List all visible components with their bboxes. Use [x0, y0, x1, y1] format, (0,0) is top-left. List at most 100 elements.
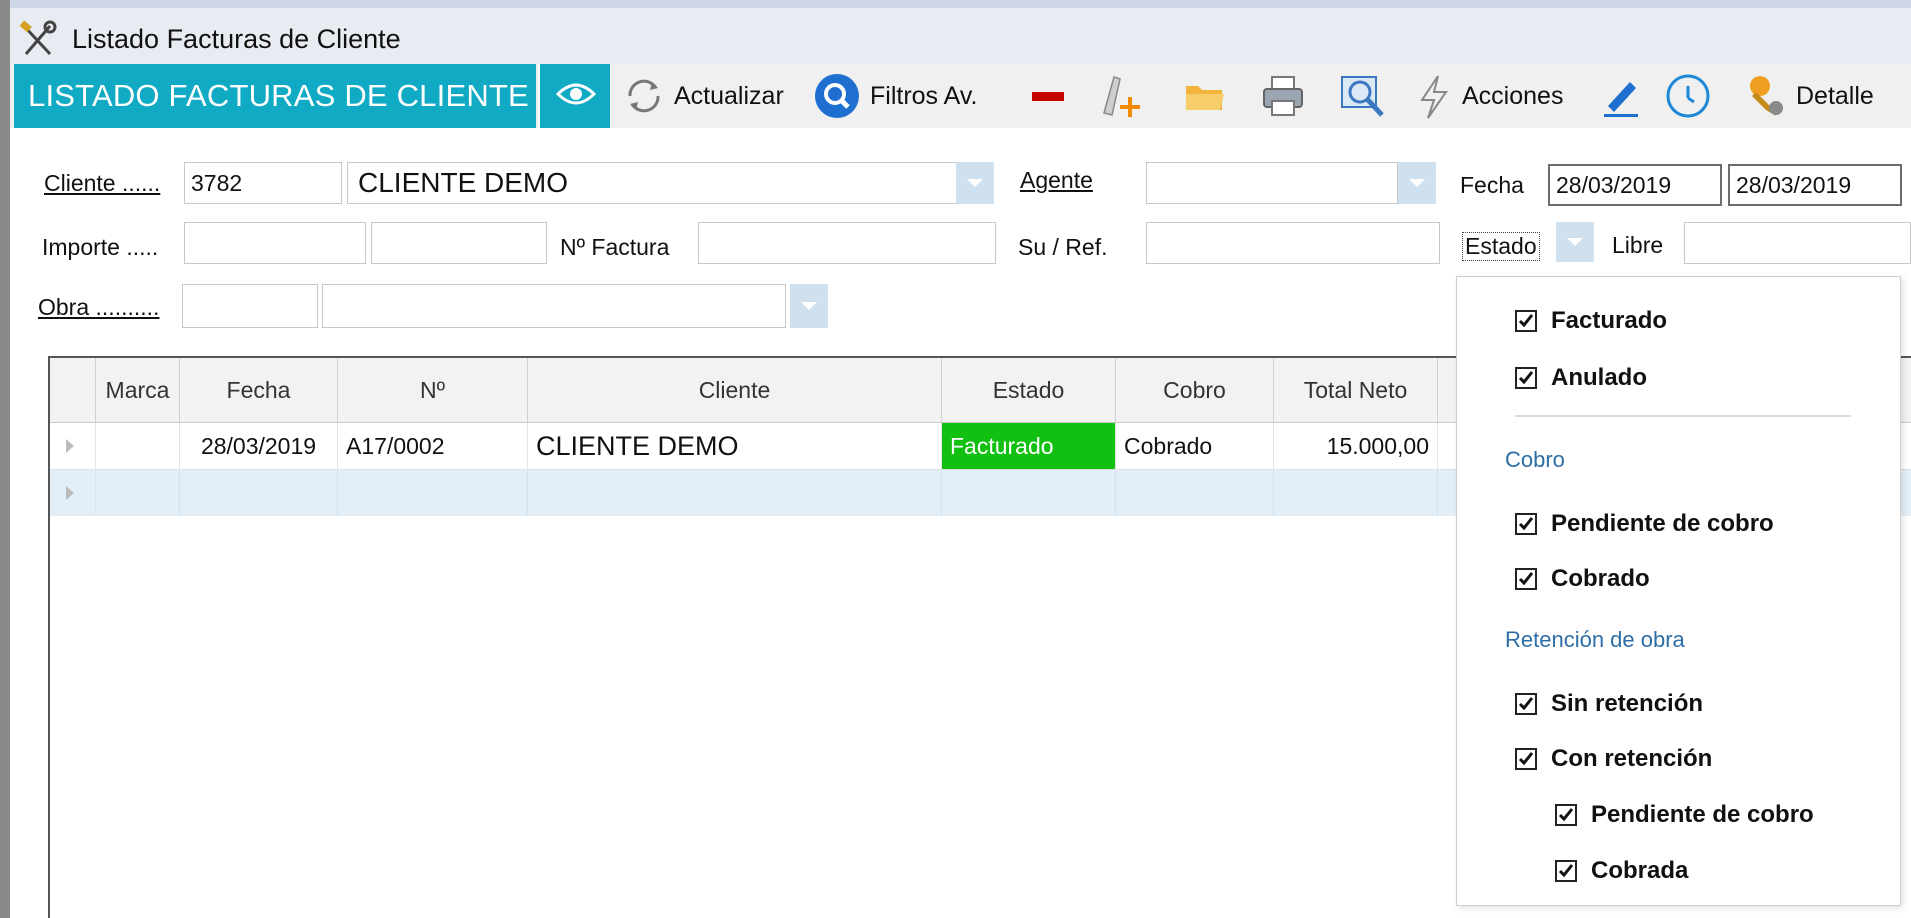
preview-icon [1341, 76, 1384, 117]
eye-icon [555, 83, 597, 105]
folder-icon [1186, 86, 1224, 110]
header-estado[interactable]: Estado [942, 358, 1116, 422]
cliente-label[interactable]: Cliente ...... [44, 170, 160, 197]
agente-input[interactable] [1146, 162, 1398, 204]
cell-estado: Facturado [942, 423, 1116, 469]
importe-hasta-input[interactable] [371, 222, 547, 264]
row-indicator [50, 470, 96, 516]
retencion-con-checkbox[interactable]: Con retención [1515, 745, 1712, 773]
retencion-section-title: Retención de obra [1505, 627, 1685, 652]
estado-anulado-checkbox[interactable]: Anulado [1515, 364, 1647, 392]
cobro-pendiente-checkbox[interactable]: Pendiente de cobro [1515, 510, 1774, 538]
window-left-border [0, 0, 10, 918]
cell-empty [338, 470, 528, 516]
importe-desde-input[interactable] [184, 222, 366, 264]
toolbar: LISTADO FACTURAS DE CLIENTE Actualizar F… [10, 64, 1911, 128]
detalle-label: Detalle [1796, 81, 1874, 110]
detalle-button[interactable]: Detalle [1740, 64, 1874, 128]
fecha-hasta-input[interactable] [1728, 164, 1902, 206]
cell-empty [1274, 470, 1438, 516]
checkbox-label: Con retención [1551, 745, 1713, 772]
retencion-cobrada-checkbox[interactable]: Cobrada [1555, 857, 1688, 885]
cobro-section-title: Cobro [1505, 447, 1565, 472]
checkbox-checked-icon [1515, 748, 1537, 770]
minus-icon [1032, 92, 1064, 101]
fecha-label: Fecha [1460, 172, 1524, 198]
checkbox-checked-icon [1515, 513, 1537, 535]
suref-input[interactable] [1146, 222, 1440, 264]
obra-code-input[interactable] [182, 284, 318, 328]
row-indicator [50, 423, 96, 469]
cell-fecha: 28/03/2019 [180, 423, 338, 469]
header-cobro[interactable]: Cobro [1116, 358, 1274, 422]
search-icon [815, 74, 859, 118]
agente-label[interactable]: Agente [1020, 167, 1093, 194]
retencion-pendiente-checkbox[interactable]: Pendiente de cobro [1555, 801, 1814, 829]
estado-dropdown-arrow[interactable] [1556, 222, 1594, 262]
checkbox-label: Cobrado [1551, 565, 1650, 592]
cell-empty [528, 470, 942, 516]
header-numero[interactable]: Nº [338, 358, 528, 422]
acciones-label: Acciones [1462, 81, 1564, 110]
obra-name-input[interactable] [322, 284, 786, 328]
history-button[interactable] [1664, 64, 1712, 128]
cell-cobro: Cobrado [1116, 423, 1274, 469]
open-folder-button[interactable] [1182, 64, 1228, 128]
cell-empty [942, 470, 1116, 516]
refresh-icon [628, 79, 660, 113]
checkbox-label: Cobrada [1591, 857, 1689, 884]
preview-button[interactable] [1338, 64, 1388, 128]
estado-label[interactable]: Estado [1462, 232, 1540, 261]
checkbox-label: Sin retención [1551, 690, 1704, 717]
obra-label[interactable]: Obra .......... [38, 294, 159, 321]
fecha-desde-input[interactable] [1548, 164, 1722, 206]
actualizar-label: Actualizar [674, 81, 784, 110]
filtros-avanzados-button[interactable]: Filtros Av. [812, 64, 977, 128]
obra-dropdown-arrow[interactable] [790, 284, 828, 328]
nfactura-label: Nº Factura [560, 234, 670, 260]
checkbox-label: Pendiente de cobro [1551, 510, 1774, 537]
checkbox-label: Pendiente de cobro [1591, 801, 1814, 828]
checkbox-checked-icon [1515, 568, 1537, 590]
libre-input[interactable] [1684, 222, 1911, 264]
window-title: Listado Facturas de Cliente [72, 24, 401, 54]
delete-button[interactable] [1028, 64, 1068, 128]
new-document-icon [1103, 76, 1140, 117]
cell-empty [96, 470, 180, 516]
checkbox-label: Facturado [1551, 307, 1668, 334]
module-title: LISTADO FACTURAS DE CLIENTE [14, 64, 536, 128]
checkbox-checked-icon [1515, 367, 1537, 389]
checkbox-checked-icon [1555, 860, 1577, 882]
nfactura-input[interactable] [698, 222, 996, 264]
cell-marca [96, 423, 180, 469]
title-bar: Listado Facturas de Cliente [10, 0, 1911, 64]
view-button[interactable] [538, 64, 610, 128]
header-marca[interactable]: Marca [96, 358, 180, 422]
agente-dropdown-arrow[interactable] [1398, 162, 1436, 204]
clock-icon [1666, 74, 1710, 118]
cobro-cobrado-checkbox[interactable]: Cobrado [1515, 565, 1650, 593]
pin-icon [1750, 76, 1783, 116]
printer-icon [1263, 76, 1303, 116]
cliente-name-input[interactable] [347, 162, 957, 204]
acciones-button[interactable]: Acciones [1414, 64, 1563, 128]
header-fecha[interactable]: Fecha [180, 358, 338, 422]
pencil-icon [1604, 82, 1638, 117]
cliente-dropdown-arrow[interactable] [956, 162, 994, 204]
new-document-button[interactable] [1096, 64, 1146, 128]
print-button[interactable] [1260, 64, 1306, 128]
popup-divider [1515, 415, 1851, 417]
header-total-neto[interactable]: Total Neto [1274, 358, 1438, 422]
estado-facturado-checkbox[interactable]: Facturado [1515, 307, 1667, 335]
edit-button[interactable] [1600, 64, 1642, 128]
retencion-sin-checkbox[interactable]: Sin retención [1515, 690, 1703, 718]
header-cliente[interactable]: Cliente [528, 358, 942, 422]
lightning-icon [1420, 75, 1448, 119]
checkbox-label: Anulado [1551, 364, 1647, 391]
libre-label: Libre [1612, 232, 1664, 258]
actualizar-button[interactable]: Actualizar [622, 64, 784, 128]
cliente-code-input[interactable] [184, 162, 342, 204]
cell-total-neto: 15.000,00 [1274, 423, 1438, 469]
checkbox-checked-icon [1515, 310, 1537, 332]
cell-numero: A17/0002 [338, 423, 528, 469]
